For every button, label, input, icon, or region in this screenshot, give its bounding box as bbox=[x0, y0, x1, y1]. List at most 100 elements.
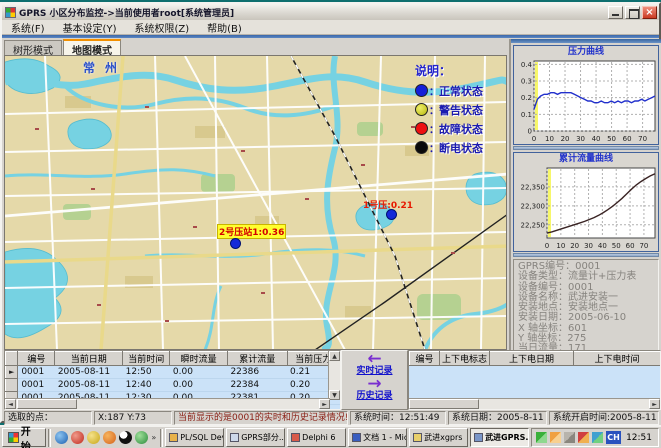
language-indicator[interactable]: CH bbox=[606, 431, 621, 444]
fault-status-icon bbox=[415, 122, 428, 135]
flashget-icon[interactable] bbox=[135, 431, 148, 444]
menu-help[interactable]: 帮助(B) bbox=[198, 20, 251, 35]
notes-icon[interactable] bbox=[87, 431, 100, 444]
taskbar-task-wujin-gprs[interactable]: 武进GPRS... bbox=[470, 428, 529, 447]
svg-text:40: 40 bbox=[598, 242, 607, 250]
row-pointer-icon: ► bbox=[6, 366, 18, 379]
status-selected-point: 选取的点： bbox=[4, 411, 92, 425]
records-header-row: 编号 当前日期 当前时间 瞬时流量 累计流量 当前压力 bbox=[6, 352, 340, 366]
marker-dot-station1[interactable] bbox=[386, 209, 397, 220]
panel-top-strip bbox=[511, 39, 661, 43]
scroll-down-icon[interactable]: ▼ bbox=[329, 390, 340, 400]
table-row[interactable]: 00012005-08-1112:40 0.00223840.20 bbox=[6, 379, 340, 392]
start-button[interactable]: 开始 bbox=[2, 428, 46, 447]
task-icon bbox=[291, 433, 300, 442]
system-tray: CH 12:51 bbox=[531, 428, 659, 447]
close-icon[interactable]: × bbox=[642, 6, 657, 19]
app-icon bbox=[5, 7, 16, 18]
menu-system[interactable]: 系统(F) bbox=[2, 20, 54, 35]
tray-sync-icon[interactable] bbox=[536, 432, 547, 443]
menu-permissions[interactable]: 系统权限(Z) bbox=[125, 20, 198, 35]
title-bar[interactable]: GPRS 小区分布监控->当前使用者root[系统管理员] × bbox=[2, 4, 659, 20]
marker-label-station2[interactable]: 2号压站1:0.36 bbox=[217, 224, 286, 239]
svg-text:60: 60 bbox=[626, 242, 635, 250]
scroll-right-icon[interactable]: ► bbox=[319, 399, 330, 409]
svg-text:0.4: 0.4 bbox=[521, 61, 533, 69]
map-canvas[interactable]: 常州 说明： ： 正常状态 ： 警告状态 bbox=[4, 55, 507, 350]
scroll-left-icon[interactable]: ◄ bbox=[5, 399, 16, 409]
svg-text:22,300: 22,300 bbox=[521, 202, 546, 210]
task-icon bbox=[230, 433, 239, 442]
flow-chart-panel: 累计流量曲线 01020304050607022,25022,30022,350 bbox=[513, 152, 659, 252]
taskbar-task-folder[interactable]: 武进xgprs bbox=[409, 428, 468, 447]
history-records-button[interactable]: 历史记录 bbox=[342, 391, 407, 402]
svg-text:0.1: 0.1 bbox=[521, 111, 532, 119]
tray-antivirus-icon[interactable] bbox=[578, 432, 589, 443]
svg-text:10: 10 bbox=[545, 135, 554, 143]
desktop: GPRS 小区分布监控->当前使用者root[系统管理员] × 系统(F) 基本… bbox=[0, 0, 661, 448]
table-row[interactable]: ► 00012005-08-1112:50 0.00223860.21 bbox=[6, 366, 340, 379]
legend-item-warning: ： 警告状态 bbox=[415, 100, 507, 119]
svg-text:20: 20 bbox=[570, 242, 579, 250]
status-bar: 选取的点： X:187 Y:73 当前显示的是0001的实时和历史记录情况! 系… bbox=[4, 410, 661, 426]
power-header-row: 编号 上下电标志 上下电日期 上下电时间 bbox=[410, 352, 661, 366]
app-window: GPRS 小区分布监控->当前使用者root[系统管理员] × 系统(F) 基本… bbox=[0, 2, 661, 423]
status-sys-time: 系统时间：12:51:49 bbox=[350, 411, 446, 425]
status-message: 当前显示的是0001的实时和历史记录情况! bbox=[174, 411, 348, 425]
tab-map-mode[interactable]: 地图模式 bbox=[63, 39, 121, 55]
tab-tree-mode[interactable]: 树形模式 bbox=[4, 40, 62, 55]
taskbar-task-word-doc[interactable]: 文档 1 - Mic... bbox=[348, 428, 407, 447]
tray-upload-icon[interactable] bbox=[550, 432, 561, 443]
warning-status-icon bbox=[415, 103, 428, 116]
normal-status-icon bbox=[415, 84, 428, 97]
pressure-chart: 01020304050607000.10.20.30.4 bbox=[514, 58, 660, 143]
svg-text:70: 70 bbox=[639, 242, 648, 250]
scroll-thumb[interactable] bbox=[17, 399, 77, 409]
firefox-icon[interactable] bbox=[103, 431, 116, 444]
restore-icon[interactable] bbox=[625, 6, 640, 19]
taskbar: 开始 » PL/SQL Dev... GPRS部分.... Delphi 6 bbox=[0, 425, 661, 448]
tray-volume-icon[interactable] bbox=[564, 432, 575, 443]
ie-icon[interactable] bbox=[55, 431, 68, 444]
menu-bar: 系统(F) 基本设定(Y) 系统权限(Z) 帮助(B) bbox=[2, 20, 659, 35]
svg-text:10: 10 bbox=[556, 242, 565, 250]
taskbar-task-delphi[interactable]: Delphi 6 bbox=[287, 428, 346, 447]
task-icon bbox=[169, 433, 178, 442]
minimize-icon[interactable] bbox=[608, 6, 623, 19]
marker-dot-station2[interactable] bbox=[230, 238, 241, 249]
flow-chart-title: 累计流量曲线 bbox=[514, 153, 658, 165]
device-info-panel: GPRS编号：0001 设备类型：流量计+压力表 设备编号：0001 设备名称：… bbox=[513, 259, 659, 353]
windows-flag-icon bbox=[8, 432, 19, 443]
legend-item-fault: ： 故障状态 bbox=[415, 119, 507, 138]
map-city-label: 常州 bbox=[83, 59, 127, 76]
mode-tabs: 树形模式 地图模式 bbox=[4, 39, 507, 55]
task-icon bbox=[474, 433, 483, 442]
scroll-right-icon[interactable]: ► bbox=[649, 399, 660, 409]
svg-text:20: 20 bbox=[561, 135, 570, 143]
svg-text:30: 30 bbox=[584, 242, 593, 250]
quicklaunch-more-icon[interactable]: » bbox=[151, 433, 156, 442]
scroll-up-icon[interactable]: ▲ bbox=[329, 351, 340, 361]
realtime-arrow-icon[interactable]: ← bbox=[342, 352, 407, 366]
menu-basic-settings[interactable]: 基本设定(Y) bbox=[54, 20, 126, 35]
tray-msn-icon[interactable] bbox=[592, 432, 603, 443]
detail-panel: 压力曲线 01020304050607000.10.20.30.4 累计流量曲线… bbox=[509, 39, 661, 350]
taskbar-task-plsql[interactable]: PL/SQL Dev... bbox=[165, 428, 224, 447]
svg-text:70: 70 bbox=[638, 135, 647, 143]
svg-text:0.3: 0.3 bbox=[521, 78, 532, 86]
history-arrow-icon[interactable]: → bbox=[342, 377, 407, 391]
records-vertical-scrollbar[interactable]: ▲ ▼ bbox=[328, 351, 340, 400]
taskbar-divider bbox=[160, 429, 163, 447]
power-horizontal-scrollbar[interactable]: ► bbox=[409, 398, 660, 409]
media-player-icon[interactable] bbox=[71, 431, 84, 444]
menu-separator bbox=[2, 35, 659, 38]
taskbar-task-gprs-doc[interactable]: GPRS部分.... bbox=[226, 428, 285, 447]
records-horizontal-scrollbar[interactable]: ◄ ► bbox=[5, 398, 330, 409]
qq-icon[interactable] bbox=[119, 431, 132, 444]
svg-text:22,350: 22,350 bbox=[521, 183, 546, 191]
svg-text:50: 50 bbox=[607, 135, 616, 143]
window-title: GPRS 小区分布监控->当前使用者root[系统管理员] bbox=[19, 6, 608, 19]
scroll-thumb[interactable] bbox=[409, 399, 479, 409]
status-sys-start: 系统开启时间:2005-8-11：12:49:59 bbox=[549, 411, 659, 425]
records-table: 编号 当前日期 当前时间 瞬时流量 累计流量 当前压力 ► 00012005-0… bbox=[4, 350, 341, 410]
